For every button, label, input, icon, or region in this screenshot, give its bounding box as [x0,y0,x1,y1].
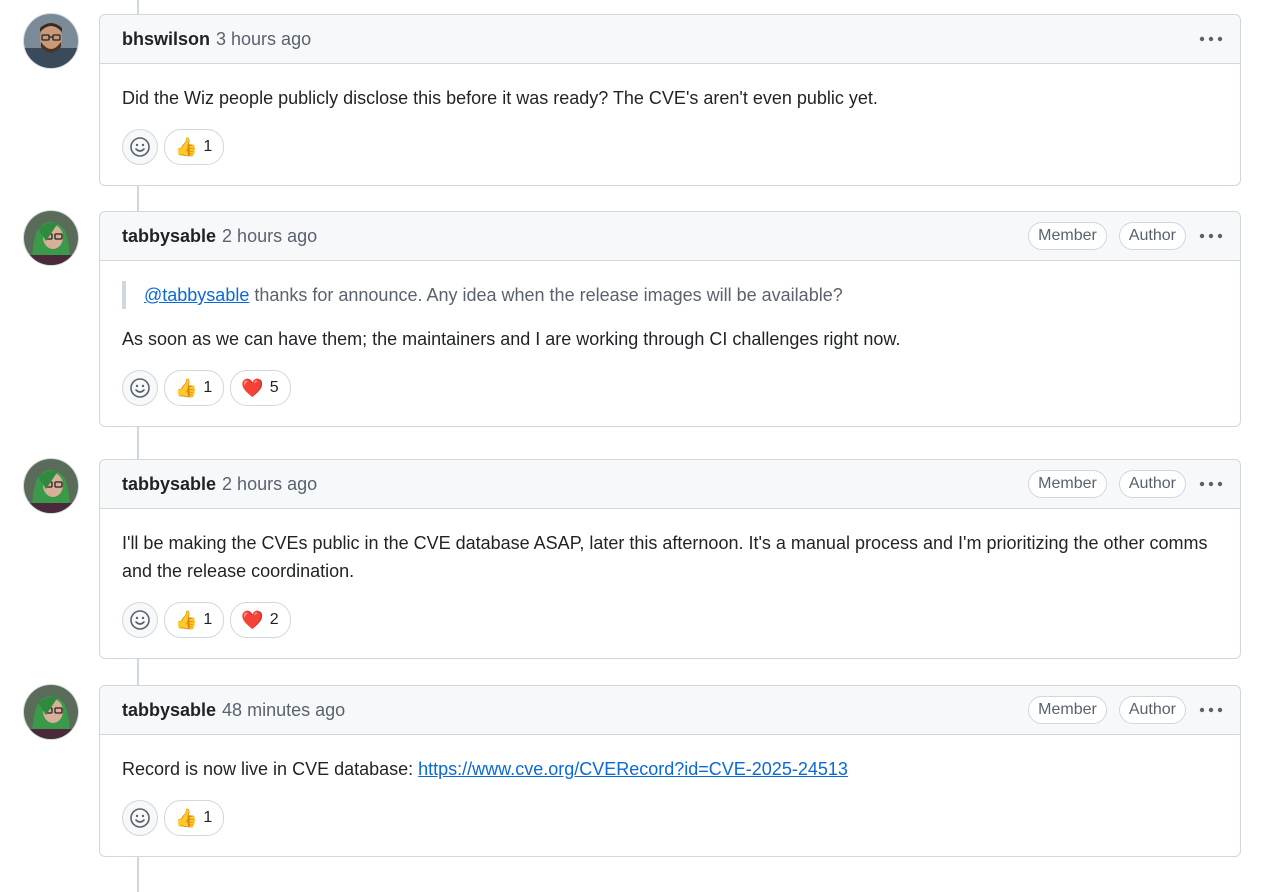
comment-0: bhswilson 3 hours ago Did the Wiz people… [24,14,1241,191]
reaction-heart[interactable]: ❤️ 5 [230,370,291,406]
heart-icon: ❤️ [241,610,264,630]
comment-timestamp[interactable]: 3 hours ago [216,29,311,50]
smiley-icon [130,137,150,157]
reaction-count: 1 [203,379,213,396]
user-mention[interactable]: @tabbysable [144,285,249,305]
thumbs-up-icon: 👍 [175,610,198,630]
reactions-bar: 👍 1 ❤️ 2 [122,602,1218,638]
avatar-tabbysable[interactable] [24,685,78,739]
comment-header: tabbysable 2 hours ago Member Author [100,212,1240,261]
comment-1: tabbysable 2 hours ago Member Author @ta… [24,211,1241,438]
kebab-menu-icon[interactable] [1198,471,1224,497]
add-reaction-button[interactable] [122,129,158,165]
comment-header: bhswilson 3 hours ago [100,15,1240,64]
member-badge: Member [1028,222,1107,250]
reaction-count: 2 [269,611,279,628]
reaction-count: 5 [269,379,279,396]
kebab-menu-icon[interactable] [1198,223,1224,249]
comment-body: I'll be making the CVEs public in the CV… [100,509,1240,658]
member-badge: Member [1028,470,1107,498]
comment-card: tabbysable 2 hours ago Member Author @ta… [99,211,1241,427]
reaction-thumbs-up[interactable]: 👍 1 [164,370,225,406]
avatar-tabbysable[interactable] [24,211,78,265]
add-reaction-button[interactable] [122,800,158,836]
comment-timeline: bhswilson 3 hours ago Did the Wiz people… [0,0,1284,892]
smiley-icon [130,610,150,630]
comment-text: As soon as we can have them; the maintai… [122,329,901,349]
thumbs-up-icon: 👍 [175,378,198,398]
comment-text: Did the Wiz people publicly disclose thi… [122,88,878,108]
comment-card: tabbysable 2 hours ago Member Author I'l… [99,459,1241,659]
comment-author[interactable]: tabbysable [122,226,216,247]
avatar-tabbysable[interactable] [24,459,78,513]
member-badge: Member [1028,696,1107,724]
author-badge: Author [1118,222,1186,250]
reaction-thumbs-up[interactable]: 👍 1 [164,602,225,638]
comment-body: Record is now live in CVE database: http… [100,735,1240,856]
comment-timestamp[interactable]: 2 hours ago [222,226,317,247]
comment-2: tabbysable 2 hours ago Member Author I'l… [24,459,1241,663]
add-reaction-button[interactable] [122,370,158,406]
comment-timestamp[interactable]: 48 minutes ago [222,700,345,721]
comment-author[interactable]: bhswilson [122,29,210,50]
smiley-icon [130,378,150,398]
comment-header: tabbysable 2 hours ago Member Author [100,460,1240,509]
thumbs-up-icon: 👍 [175,808,198,828]
comment-text: I'll be making the CVEs public in the CV… [122,533,1208,581]
reaction-heart[interactable]: ❤️ 2 [230,602,291,638]
reaction-count: 1 [203,809,213,826]
comment-card: tabbysable 48 minutes ago Member Author … [99,685,1241,857]
reactions-bar: 👍 1 ❤️ 5 [122,370,1218,406]
comment-author[interactable]: tabbysable [122,700,216,721]
kebab-menu-icon[interactable] [1198,697,1224,723]
reactions-bar: 👍 1 [122,800,1218,836]
comment-3: tabbysable 48 minutes ago Member Author … [24,685,1241,861]
comment-text-prefix: Record is now live in CVE database: [122,759,419,779]
smiley-icon [130,808,150,828]
author-badge: Author [1118,470,1186,498]
reaction-thumbs-up[interactable]: 👍 1 [164,129,225,165]
comment-header: tabbysable 48 minutes ago Member Author [100,686,1240,735]
author-badge: Author [1118,696,1186,724]
comment-body: @tabbysable thanks for announce. Any ide… [100,261,1240,426]
reaction-count: 1 [203,138,213,155]
reaction-count: 1 [203,611,213,628]
kebab-menu-icon[interactable] [1198,26,1224,52]
heart-icon: ❤️ [241,378,264,398]
reaction-thumbs-up[interactable]: 👍 1 [164,800,225,836]
reactions-bar: 👍 1 [122,129,1218,165]
comment-author[interactable]: tabbysable [122,474,216,495]
comment-body: Did the Wiz people publicly disclose thi… [100,64,1240,185]
blockquote: @tabbysable thanks for announce. Any ide… [122,281,1218,309]
add-reaction-button[interactable] [122,602,158,638]
comment-timestamp[interactable]: 2 hours ago [222,474,317,495]
comment-card: bhswilson 3 hours ago Did the Wiz people… [99,14,1241,186]
quote-text: thanks for announce. Any idea when the r… [249,285,843,305]
avatar-bhswilson[interactable] [24,14,78,68]
comment-text: Record is now live in CVE database: http… [122,755,1218,783]
cve-record-link[interactable]: https://www.cve.org/CVERecord?id=CVE-202… [418,759,848,779]
thumbs-up-icon: 👍 [175,137,198,157]
